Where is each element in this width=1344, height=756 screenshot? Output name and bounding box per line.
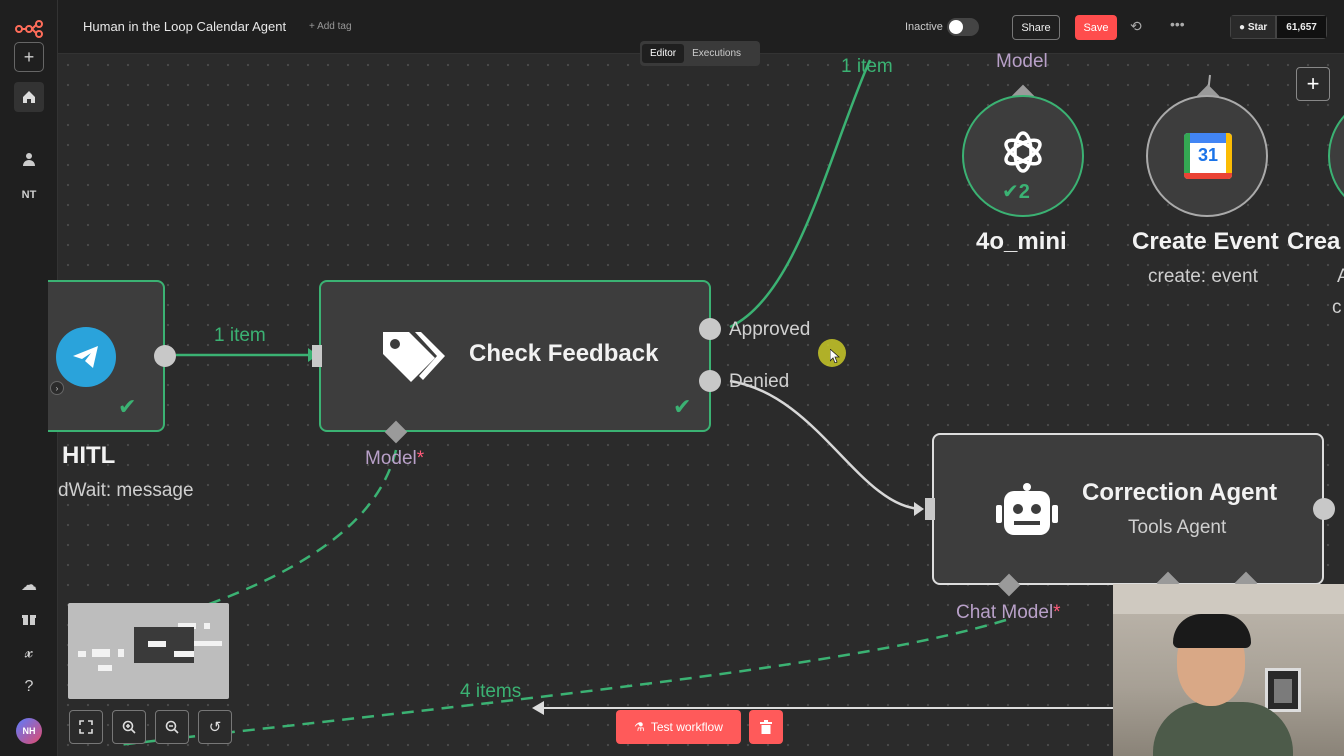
workflow-title[interactable]: Human in the Loop Calendar Agent	[83, 19, 286, 34]
zoom-in-icon	[122, 720, 136, 734]
save-button[interactable]: Save	[1075, 15, 1117, 40]
partial-node-title: Crea	[1287, 228, 1341, 255]
reset-zoom-button[interactable]: ↺	[198, 710, 232, 744]
check-feedback-title: Check Feedback	[469, 340, 659, 367]
chat-model-input-label: Chat Model*	[956, 602, 1061, 623]
zoom-out-icon	[165, 720, 179, 734]
success-check-icon: ✔	[673, 394, 692, 419]
variables-icon[interactable]: 𝔁	[14, 638, 44, 668]
home-icon[interactable]	[14, 82, 44, 112]
webcam-overlay	[1113, 584, 1344, 756]
approved-output-handle[interactable]	[699, 318, 721, 340]
correction-agent-title: Correction Agent	[1082, 479, 1278, 506]
help-icon[interactable]: ?	[14, 672, 44, 702]
active-toggle[interactable]	[947, 18, 979, 36]
node-correction-agent[interactable]: Correction Agent Tools Agent	[932, 433, 1324, 585]
github-star-count: 61,657	[1276, 15, 1327, 39]
hitl-title: HITL	[62, 442, 116, 469]
add-tag-link[interactable]: + Add tag	[309, 21, 352, 32]
history-icon[interactable]: ⟲	[1130, 18, 1142, 35]
openai-icon	[998, 127, 1048, 182]
user-icon[interactable]	[14, 144, 44, 174]
view-tabs: Editor Executions	[640, 41, 760, 66]
flask-icon: ⚗	[634, 720, 645, 734]
app-root: + NT ☁ 𝔁 ? NH Human in the Loop Calendar…	[0, 0, 1344, 756]
create-event-subtitle: create: event	[1148, 266, 1258, 287]
chevron-right-icon[interactable]: ›	[50, 381, 64, 395]
minimap-viewport[interactable]	[134, 627, 194, 663]
github-star-button[interactable]: ● Star 61,657	[1230, 15, 1327, 39]
connection-label-hitl: 1 item	[214, 325, 266, 346]
avatar[interactable]: NH	[16, 718, 42, 744]
mouse-cursor	[818, 339, 846, 367]
active-status-label: Inactive	[905, 21, 943, 33]
denied-output-handle[interactable]	[699, 370, 721, 392]
zoom-out-button[interactable]	[155, 710, 189, 744]
model-output-label: Model	[996, 51, 1048, 72]
robot-icon	[994, 483, 1060, 542]
partial-node-subtitle: A	[1337, 266, 1344, 287]
correction-agent-output-handle[interactable]	[1313, 498, 1335, 520]
tab-editor[interactable]: Editor	[642, 44, 685, 63]
share-button[interactable]: Share	[1012, 15, 1060, 40]
add-node-button[interactable]: +	[1296, 67, 1330, 101]
presenter-hair	[1173, 614, 1251, 648]
connection-label-items: 4 items	[460, 681, 522, 702]
undo-icon: ↺	[208, 719, 222, 736]
tab-executions[interactable]: Executions	[684, 44, 749, 63]
4o-mini-title: 4o_mini	[976, 228, 1067, 255]
more-options-icon[interactable]: •••	[1170, 16, 1185, 32]
correction-agent-subtitle: Tools Agent	[1128, 517, 1227, 538]
new-workflow-button[interactable]: +	[14, 42, 44, 72]
test-workflow-button[interactable]: ⚗ Test workflow	[616, 710, 741, 744]
minimap[interactable]	[68, 603, 229, 699]
run-count: ✔2	[1002, 181, 1030, 203]
hitl-output-handle[interactable]	[154, 345, 176, 367]
n8n-logo-icon[interactable]	[14, 14, 44, 44]
fit-view-button[interactable]	[69, 710, 103, 744]
check-feedback-input-handle[interactable]	[312, 345, 322, 367]
cloud-icon[interactable]: ☁	[14, 570, 44, 600]
correction-agent-input-handle[interactable]	[925, 498, 935, 520]
node-hitl[interactable]: ✔	[48, 280, 165, 432]
picture-frame	[1265, 668, 1301, 712]
denied-output-label: Denied	[729, 371, 790, 392]
gift-icon[interactable]	[14, 604, 44, 634]
success-check-icon: ✔	[118, 394, 137, 419]
connection-label-approved: 1 item	[841, 56, 893, 77]
telegram-icon	[56, 327, 116, 387]
github-star-label: Star	[1247, 21, 1268, 33]
model-input-label: Model*	[365, 448, 425, 469]
create-event-title: Create Event	[1132, 228, 1279, 255]
tags-icon	[381, 328, 447, 389]
partial-node-subtitle-b: c	[1332, 297, 1342, 318]
fullscreen-icon	[79, 720, 93, 734]
hitl-subtitle: dWait: message	[58, 480, 194, 501]
test-workflow-label: Test workflow	[650, 720, 723, 734]
node-4o-mini[interactable]: ✔2	[962, 95, 1084, 217]
approved-output-label: Approved	[729, 319, 811, 340]
zoom-in-button[interactable]	[112, 710, 146, 744]
project-initials[interactable]: NT	[14, 180, 44, 210]
github-icon: ●	[1239, 21, 1248, 33]
delete-execution-button[interactable]	[749, 710, 783, 744]
trash-icon	[760, 720, 772, 734]
success-check-icon: ✔	[1002, 181, 1019, 203]
node-create-event[interactable]: 31	[1146, 95, 1268, 217]
google-calendar-icon: 31	[1184, 133, 1232, 179]
node-check-feedback[interactable]: Check Feedback ✔	[319, 280, 711, 432]
